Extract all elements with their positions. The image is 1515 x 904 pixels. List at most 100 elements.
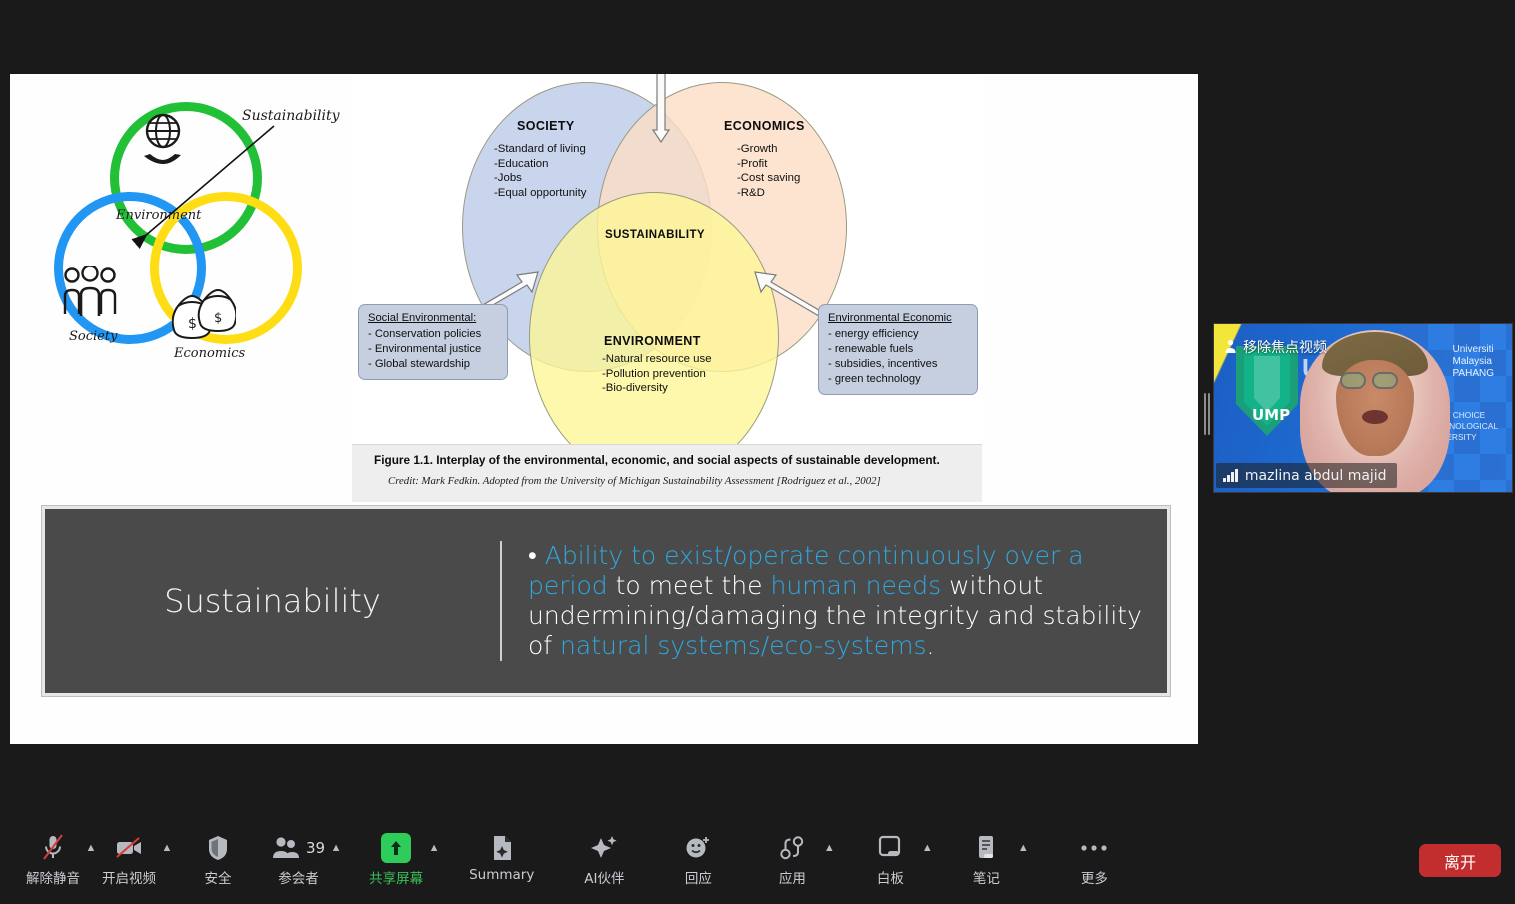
- svg-text:UMP: UMP: [1252, 406, 1290, 424]
- sustainability-definition-box: Sustainability • Ability to exist/operat…: [42, 506, 1170, 696]
- toolbar-label-security: 安全: [204, 871, 232, 887]
- tagline-line-3: PAHANG: [1452, 368, 1495, 379]
- shared-screen-slide: $ $ Environment Society Economics Sustai…: [10, 74, 1198, 744]
- venn-heading-environment: ENVIRONMENT: [604, 334, 701, 348]
- whiteboard-icon: [876, 831, 904, 865]
- tagline-line-1: Universiti: [1452, 344, 1494, 355]
- list-item: - green technology: [828, 373, 921, 385]
- notes-options-caret[interactable]: ▲: [1012, 831, 1034, 865]
- callout-social-environmental: Social Environmental: - Conservation pol…: [358, 304, 508, 380]
- callout-environmental-economic: Environmental Economic - energy efficien…: [818, 304, 978, 395]
- toolbar-items: 解除静音 ▲ 开启视频 ▲ 安全 39 参会者 ▲ 共享屏幕 ▲ Summary…: [0, 831, 1120, 893]
- video-panel-drag-handle[interactable]: [1203, 393, 1211, 435]
- participant-name: mazlina abdul majid: [1244, 467, 1387, 484]
- toolbar-group-participants: 39 参会者 ▲: [272, 831, 347, 893]
- audio-options-caret[interactable]: ▲: [80, 831, 102, 865]
- participant-name-badge: mazlina abdul majid: [1216, 463, 1397, 488]
- apps-icon: [779, 831, 805, 865]
- toolbar-label-summary: Summary: [469, 867, 535, 883]
- list-item: -Growth: [737, 143, 778, 155]
- mouth: [1362, 410, 1388, 424]
- reactions-smiley-icon: [685, 831, 711, 865]
- definition-text: • Ability to exist/operate continuously …: [502, 509, 1167, 693]
- arrow-down-icon: [652, 74, 670, 144]
- svg-text:$: $: [214, 311, 222, 326]
- toolbar-button-unmute[interactable]: 解除静音: [26, 831, 80, 893]
- arrow-upleft-right-icon: [754, 271, 829, 318]
- toolbar-button-summary[interactable]: Summary: [469, 831, 534, 893]
- toolbar-label-reactions: 回应: [684, 871, 712, 887]
- callout-title: Social Environmental:: [368, 312, 477, 324]
- leave-meeting-button[interactable]: 离开: [1419, 844, 1501, 877]
- participant-count: 39: [306, 839, 326, 857]
- whiteboard-options-caret[interactable]: ▲: [916, 831, 938, 865]
- more-dots-icon: [1079, 831, 1109, 865]
- venn-diagram-figure: SOCIETY -Standard of living -Education -…: [352, 74, 982, 502]
- video-off-icon: [114, 831, 144, 865]
- ring-label-economics: Economics: [174, 346, 246, 361]
- eyeglass-left: [1340, 372, 1366, 389]
- toolbar-button-start-video[interactable]: 开启视频: [102, 831, 156, 893]
- share-options-caret[interactable]: ▲: [423, 831, 445, 865]
- toolbar-group-share: 共享屏幕 ▲: [369, 831, 445, 893]
- meeting-toolbar: 解除静音 ▲ 开启视频 ▲ 安全 39 参会者 ▲ 共享屏幕 ▲ Summary…: [0, 820, 1515, 904]
- toolbar-button-apps[interactable]: 应用: [766, 831, 818, 893]
- list-item: -Education: [494, 157, 549, 170]
- definition-title: Sustainability: [164, 582, 381, 620]
- participant-video-thumbnail[interactable]: UMP Universiti Malaysia PAHANG Universit…: [1213, 323, 1513, 493]
- toolbar-button-notes[interactable]: 笔记: [960, 831, 1012, 893]
- participants-options-caret[interactable]: ▲: [325, 831, 347, 865]
- toolbar-group-notes: 笔记 ▲: [960, 831, 1034, 893]
- tagline-line-2: Malaysia: [1452, 356, 1492, 367]
- money-bags-icon: $ $: [172, 288, 236, 340]
- venn-center-label: SUSTAINABILITY: [605, 229, 705, 241]
- unpin-video-label: 移除焦点视频: [1243, 339, 1327, 356]
- toolbar-button-whiteboard[interactable]: 白板: [864, 831, 916, 893]
- ring-label-society: Society: [69, 329, 118, 344]
- list-item: -Bio-diversity: [602, 382, 668, 394]
- list-item: -R&D: [737, 186, 765, 199]
- unpin-video-overlay[interactable]: 移除焦点视频: [1216, 334, 1334, 359]
- toolbar-button-more[interactable]: 更多: [1068, 831, 1120, 893]
- venn-list-economics: -Growth -Profit -Cost saving -R&D: [737, 142, 800, 200]
- toolbar-group-apps: 应用 ▲: [766, 831, 840, 893]
- list-item: - Global stewardship: [368, 358, 470, 370]
- toolbar-label-share-screen: 共享屏幕: [369, 871, 424, 887]
- toolbar-label-whiteboard: 白板: [876, 871, 904, 887]
- toolbar-label-unmute: 解除静音: [26, 871, 80, 887]
- list-item: - renewable fuels: [828, 343, 914, 355]
- definition-segment-6: .: [926, 631, 935, 660]
- toolbar-label-more: 更多: [1080, 871, 1108, 887]
- list-item: - Environmental justice: [368, 343, 482, 355]
- microphone-muted-icon: [40, 831, 66, 865]
- sustainability-rings-illustration: $ $ Environment Society Economics Sustai…: [32, 84, 352, 384]
- toolbar-group-whiteboard: 白板 ▲: [864, 831, 938, 893]
- list-item: - Conservation policies: [368, 328, 482, 340]
- toolbar-button-ai-companion[interactable]: AI伙伴: [578, 831, 630, 893]
- toolbar-group-video: 开启视频 ▲: [102, 831, 178, 893]
- summary-document-icon: [490, 831, 514, 865]
- apps-options-caret[interactable]: ▲: [818, 831, 840, 865]
- toolbar-label-participants: 参会者: [278, 871, 319, 887]
- list-item: -Cost saving: [737, 172, 801, 184]
- list-item: -Standard of living: [494, 143, 586, 155]
- toolbar-button-share-screen[interactable]: 共享屏幕: [369, 831, 423, 893]
- ump-tagline-top: Universiti Malaysia PAHANG: [1453, 344, 1495, 380]
- ring-label-sustainability: Sustainability: [242, 108, 340, 124]
- eyeglass-right: [1372, 372, 1398, 389]
- list-item: -Jobs: [494, 172, 522, 184]
- callout-title: Environmental Economic: [828, 312, 952, 324]
- toolbar-button-reactions[interactable]: 回应: [672, 831, 724, 893]
- venn-list-environment: -Natural resource use -Pollution prevent…: [602, 352, 712, 396]
- toolbar-label-apps: 应用: [778, 871, 806, 887]
- toolbar-button-security[interactable]: 安全: [192, 831, 244, 893]
- toolbar-label-start-video: 开启视频: [102, 871, 156, 887]
- toolbar-button-participants[interactable]: 39 参会者: [272, 831, 325, 893]
- toolbar-label-ai-companion: AI伙伴: [584, 871, 625, 887]
- video-options-caret[interactable]: ▲: [156, 831, 178, 865]
- venn-heading-society: SOCIETY: [517, 119, 575, 133]
- people-group-icon: [63, 266, 117, 316]
- list-item: -Pollution prevention: [602, 367, 706, 380]
- toolbar-label-notes: 笔记: [972, 871, 1000, 887]
- share-screen-icon: [381, 831, 412, 865]
